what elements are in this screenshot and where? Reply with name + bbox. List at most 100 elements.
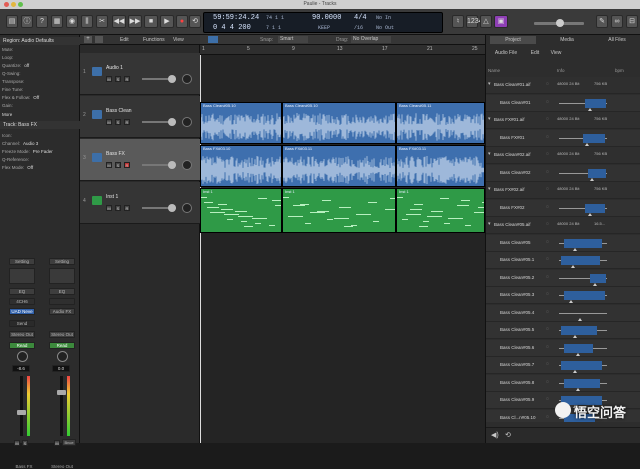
region-anchor-marker[interactable] (587, 212, 592, 216)
region-anchor-marker[interactable] (573, 247, 578, 251)
track-solo-button[interactable]: S (115, 76, 121, 82)
pan-knob-left[interactable] (17, 351, 28, 362)
preview-icon[interactable]: ◌ (546, 414, 549, 420)
region-anchor-marker[interactable] (571, 265, 575, 268)
region-param-row[interactable]: Fine Tune: (2, 87, 78, 92)
audio-fx-slot[interactable]: Audio FX (49, 308, 75, 315)
track-volume-knob[interactable] (168, 75, 176, 83)
browser-region-row[interactable]: Bass Clean#01 ◌ (486, 94, 640, 112)
region-anchor-marker[interactable] (573, 370, 578, 373)
track-name[interactable]: Bass FX (106, 151, 125, 157)
track-solo-button[interactable]: S (115, 119, 121, 125)
region-anchor-marker[interactable] (585, 142, 590, 146)
region-param-row[interactable]: Loop: (2, 55, 78, 60)
info-button[interactable]: ⓘ (21, 15, 33, 28)
pan-knob-right[interactable] (57, 351, 68, 362)
global-tracks-button[interactable] (95, 36, 103, 43)
browser-region-row[interactable]: Bass FX#01 ◌ (486, 129, 640, 147)
pointer-tool[interactable] (208, 36, 218, 43)
drag-select[interactable]: No Overlap (351, 36, 391, 43)
browser-region-row[interactable]: Bass Clean#05 ◌ (486, 234, 640, 252)
view-menu[interactable]: View (173, 37, 184, 43)
play-button[interactable]: ▶ (160, 15, 174, 28)
browser-column-header[interactable]: bpm (615, 67, 624, 75)
browser-file-row[interactable]: Bass Clean#02.aif ▾ 48000 24 Bit 756 KB ◌ (486, 147, 640, 164)
browser-file-row[interactable]: Bass FX#01.aif ▾ 48000 24 Bit 756 KB ◌ (486, 112, 640, 129)
track-solo-button[interactable]: S (115, 162, 121, 168)
browser-region-row[interactable]: Bass Clean#05.8 ◌ (486, 374, 640, 392)
preview-icon[interactable]: ◌ (546, 99, 549, 105)
help-button[interactable]: ? (36, 15, 48, 28)
preview-icon[interactable]: ◌ (546, 239, 549, 245)
count-in-button[interactable]: 1234 (466, 15, 483, 28)
midi-region[interactable]: Inst 1 (200, 188, 282, 233)
midi-region[interactable]: Inst 1 (396, 188, 485, 233)
zoom-window-button[interactable] (18, 2, 23, 7)
eq-left[interactable]: EQ (9, 288, 35, 295)
audio-region[interactable]: Bass FX#03.10 (200, 145, 282, 187)
plugin-slot-1[interactable]: 4CH6 (9, 298, 35, 305)
track-solo-button[interactable]: S (115, 205, 121, 211)
region-param-row[interactable]: Flex & Follow: Off (2, 95, 78, 100)
automation-read-left[interactable]: Read (9, 342, 35, 349)
track-param-row[interactable]: Channel: Audio 3 (2, 141, 78, 146)
rewind-button[interactable]: ◀◀ (112, 15, 126, 28)
track-record-button[interactable]: R (124, 76, 130, 82)
editors-button[interactable]: ✂ (96, 15, 108, 28)
fader-right[interactable] (57, 390, 66, 395)
region-anchor-marker[interactable] (568, 300, 573, 303)
stop-button[interactable]: ■ (144, 15, 158, 28)
master-level-button[interactable]: ▣ (494, 15, 508, 28)
browser-column-header[interactable]: Name (488, 67, 500, 75)
bar-ruler[interactable]: 1 5 9 13 17 21 25 (200, 45, 485, 55)
toolbar-toggle-button[interactable]: ▦ (51, 15, 63, 28)
track-param-row[interactable]: Icon: (2, 133, 78, 138)
browser-region-row[interactable]: Bass Clean#02 ◌ (486, 164, 640, 182)
track-mute-button[interactable]: M (106, 205, 112, 211)
tuner-button[interactable]: ♮ (452, 15, 464, 28)
master-volume-knob[interactable] (556, 19, 564, 27)
preview-icon[interactable]: ◌ (546, 221, 549, 227)
send-slot[interactable]: Send (9, 320, 35, 327)
region-param-row[interactable]: Quantize: off (2, 63, 78, 68)
record-button[interactable]: ● (176, 15, 188, 28)
audio-region[interactable]: Bass FX#03.11 (396, 145, 485, 187)
automation-read-right[interactable]: Read (49, 342, 75, 349)
track-header[interactable]: 1 Audio 1 MSR (80, 53, 200, 95)
preview-icon[interactable]: ◌ (546, 134, 549, 140)
region-param-row[interactable]: Mute: (2, 47, 78, 52)
functions-menu[interactable]: Functions (143, 37, 165, 43)
track-record-button[interactable]: R (124, 205, 130, 211)
output-left[interactable]: Stereo Out (9, 331, 35, 338)
audio-region[interactable]: Bass Clean#05.11 (396, 102, 485, 144)
preview-icon[interactable]: ◌ (546, 116, 549, 122)
loop-icon[interactable]: ⟲ (505, 431, 511, 439)
plugin-slot-right[interactable] (49, 298, 75, 305)
track-record-button[interactable]: R (124, 162, 130, 168)
preview-icon[interactable]: ◌ (546, 379, 549, 385)
edit-menu[interactable]: Edit (120, 37, 129, 43)
track-volume-knob[interactable] (168, 161, 176, 169)
notepad-button[interactable]: ✎ (596, 15, 608, 28)
fast-forward-button[interactable]: ▶▶ (128, 15, 142, 28)
track-pan-knob[interactable] (182, 74, 192, 84)
preview-icon[interactable]: ◌ (546, 169, 549, 175)
setting-right[interactable]: Setting (49, 258, 75, 265)
region-anchor-marker[interactable] (592, 282, 597, 286)
track-param-row[interactable]: Flex Mode: Off (2, 165, 78, 170)
track-name[interactable]: Inst 1 (106, 194, 118, 200)
preview-icon[interactable]: ◌ (546, 274, 549, 280)
preview-icon[interactable]: ◌ (546, 151, 549, 157)
minimize-window-button[interactable] (11, 2, 16, 7)
mixer-button[interactable]: ⫼ (81, 15, 93, 28)
track-header[interactable]: 4 Inst 1 MSR (80, 182, 200, 224)
region-param-row[interactable]: Gain: (2, 103, 78, 108)
browser-region-row[interactable]: Bass FX#02 ◌ (486, 199, 640, 217)
fader-left[interactable] (17, 410, 26, 415)
snap-select[interactable]: Smart (278, 36, 308, 43)
track-name[interactable]: Bass Clean (106, 108, 132, 114)
audio-region[interactable]: Bass Clean#05.10 (200, 102, 282, 144)
audio-region[interactable]: Bass FX#03.11 (282, 145, 396, 187)
disclosure-triangle-icon[interactable]: ▾ (488, 151, 491, 157)
preview-icon[interactable]: ◌ (546, 186, 549, 192)
